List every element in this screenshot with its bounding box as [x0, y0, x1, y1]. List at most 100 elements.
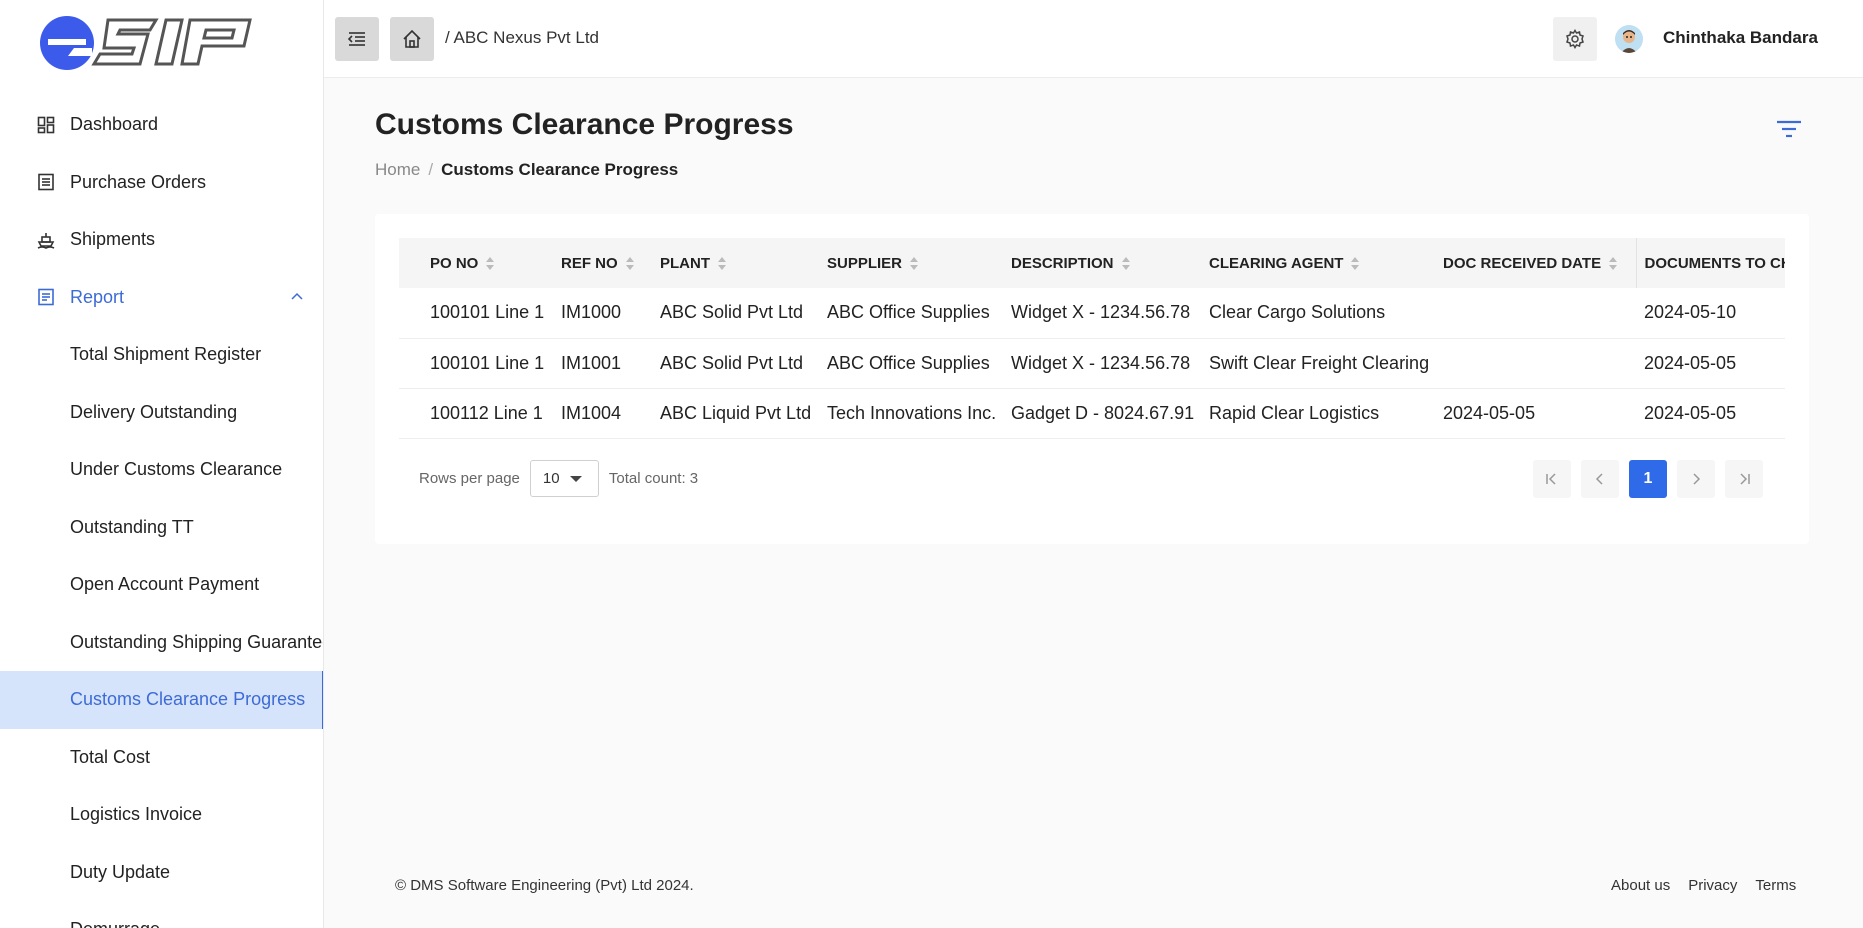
- sidebar-item-label: Shipments: [70, 229, 156, 250]
- sidebar-subitem-demurrage[interactable]: Demurrage: [0, 901, 323, 928]
- menu-collapse-button[interactable]: [335, 17, 379, 61]
- customs-clearance-table: PO NO REF NO PLANT SUPPLIER DESCRIPTION …: [399, 238, 1785, 439]
- footer-links: About us Privacy Terms: [1611, 877, 1796, 894]
- sort-icon[interactable]: [1351, 256, 1360, 271]
- table-row[interactable]: 100101 Line 1 IM1000 ABC Solid Pvt Ltd A…: [399, 288, 1785, 339]
- cell-description: Gadget D - 8024.67.91: [1003, 388, 1201, 439]
- filter-icon[interactable]: [1775, 118, 1803, 140]
- dashboard-icon: [36, 115, 56, 135]
- cell-doc-received-date: [1435, 338, 1636, 389]
- sidebar-subitem-delivery-outstanding[interactable]: Delivery Outstanding: [0, 384, 323, 442]
- chevron-right-icon: [1693, 473, 1701, 485]
- report-icon: [36, 287, 56, 307]
- caret-down-icon: [569, 476, 582, 482]
- footer-copyright: © DMS Software Engineering (Pvt) Ltd 202…: [395, 877, 694, 894]
- rows-per-page-select[interactable]: 10: [529, 460, 599, 497]
- sort-icon[interactable]: [1121, 256, 1130, 271]
- cell-supplier: ABC Office Supplies: [819, 338, 1003, 389]
- esip-logo[interactable]: [38, 12, 258, 74]
- rows-per-page-label: Rows per page: [419, 470, 520, 487]
- chevron-up-icon[interactable]: [290, 290, 304, 304]
- cell-description: Widget X - 1234.56.78: [1003, 338, 1201, 389]
- sidebar-subitem-total-cost[interactable]: Total Cost: [0, 729, 323, 787]
- sidebar-subitem-duty-update[interactable]: Duty Update: [0, 844, 323, 902]
- sort-icon[interactable]: [625, 256, 634, 271]
- sidebar-item-label: Dashboard: [70, 114, 159, 135]
- sidebar-item-label: Purchase Orders: [70, 171, 207, 192]
- sidebar-subitem-outstanding-shipping-guarantee[interactable]: Outstanding Shipping Guarantee: [0, 614, 323, 672]
- table-row[interactable]: 100101 Line 1 IM1001 ABC Solid Pvt Ltd A…: [399, 338, 1785, 389]
- sort-icon[interactable]: [486, 256, 495, 271]
- breadcrumb-home[interactable]: Home: [375, 160, 420, 179]
- cell-doc-received-date: 2024-05-05: [1435, 388, 1636, 439]
- sidebar-subitem-customs-clearance-progress[interactable]: Customs Clearance Progress: [0, 671, 323, 729]
- page-title: Customs Clearance Progress: [375, 108, 794, 141]
- sidebar-subitem-under-customs-clearance[interactable]: Under Customs Clearance: [0, 441, 323, 499]
- column-header-clearing-agent[interactable]: CLEARING AGENT: [1201, 238, 1435, 288]
- cell-clearing-agent: Swift Clear Freight Clearing: [1201, 338, 1435, 389]
- sort-icon[interactable]: [910, 256, 919, 271]
- cell-ref-no: IM1001: [553, 338, 652, 389]
- pagination-controls: 1: [1533, 460, 1773, 498]
- cell-clearing-agent: Rapid Clear Logistics: [1201, 388, 1435, 439]
- report-card: PO NO REF NO PLANT SUPPLIER DESCRIPTION …: [375, 214, 1809, 544]
- sort-icon[interactable]: [1609, 256, 1618, 271]
- last-page-icon: [1740, 473, 1750, 485]
- chevron-left-icon: [1595, 473, 1603, 485]
- prev-page-button[interactable]: [1581, 460, 1619, 498]
- sidebar-subitem-outstanding-tt[interactable]: Outstanding TT: [0, 499, 323, 557]
- footer-link-terms[interactable]: Terms: [1755, 877, 1796, 894]
- home-button[interactable]: [390, 17, 434, 61]
- user-name[interactable]: Chinthaka Bandara: [1663, 28, 1818, 48]
- cell-ref-no: IM1004: [553, 388, 652, 439]
- next-page-button[interactable]: [1677, 460, 1715, 498]
- column-header-po-no[interactable]: PO NO: [399, 238, 553, 288]
- sidebar-item-label: Report: [70, 286, 125, 307]
- table-scroll-container[interactable]: PO NO REF NO PLANT SUPPLIER DESCRIPTION …: [399, 238, 1785, 440]
- column-header-description[interactable]: DESCRIPTION: [1003, 238, 1201, 288]
- cell-supplier: Tech Innovations Inc.: [819, 388, 1003, 439]
- cell-plant: ABC Solid Pvt Ltd: [652, 338, 819, 389]
- cell-documents-to-ch: 2024-05-10: [1636, 288, 1785, 339]
- sidebar-item-purchase-orders[interactable]: Purchase Orders: [0, 154, 323, 212]
- cell-plant: ABC Solid Pvt Ltd: [652, 288, 819, 339]
- sidebar-item-report[interactable]: Report: [0, 269, 323, 327]
- sidebar-subitem-open-account-payment[interactable]: Open Account Payment: [0, 556, 323, 614]
- sidebar-item-shipments[interactable]: Shipments: [0, 211, 323, 269]
- menu-collapse-icon: [347, 32, 365, 46]
- sidebar-nav: Dashboard Purchase Orders Shipments Repo…: [0, 96, 323, 928]
- page-button-current[interactable]: 1: [1629, 460, 1667, 498]
- first-page-icon: [1546, 473, 1556, 485]
- home-icon: [403, 29, 421, 48]
- top-header: / ABC Nexus Pvt Ltd Chinthaka Bandara: [324, 0, 1863, 78]
- cell-ref-no: IM1000: [553, 288, 652, 339]
- column-header-documents-to-ch[interactable]: DOCUMENTS TO CH: [1636, 238, 1785, 288]
- settings-button[interactable]: [1553, 17, 1597, 61]
- total-count: Total count: 3: [608, 470, 699, 487]
- sidebar-item-dashboard[interactable]: Dashboard: [0, 96, 323, 154]
- gear-icon: [1566, 29, 1584, 49]
- avatar[interactable]: [1615, 25, 1643, 53]
- column-header-supplier[interactable]: SUPPLIER: [819, 238, 1003, 288]
- first-page-button[interactable]: [1533, 460, 1571, 498]
- sort-icon[interactable]: [718, 256, 726, 271]
- document-list-icon: [36, 172, 56, 192]
- sidebar-subitem-logistics-invoice[interactable]: Logistics Invoice: [0, 786, 323, 844]
- table-header-row: PO NO REF NO PLANT SUPPLIER DESCRIPTION …: [399, 238, 1785, 288]
- cell-documents-to-ch: 2024-05-05: [1636, 388, 1785, 439]
- footer-link-privacy[interactable]: Privacy: [1688, 877, 1737, 894]
- cell-doc-received-date: [1435, 288, 1636, 339]
- last-page-button[interactable]: [1725, 460, 1763, 498]
- cell-supplier: ABC Office Supplies: [819, 288, 1003, 339]
- breadcrumb: Home / Customs Clearance Progress: [375, 160, 678, 180]
- column-header-doc-received-date[interactable]: DOC RECEIVED DATE: [1435, 238, 1637, 288]
- rows-per-page-value: 10: [542, 470, 560, 487]
- column-header-plant[interactable]: PLANT: [652, 238, 819, 288]
- table-row[interactable]: 100112 Line 1 IM1004 ABC Liquid Pvt Ltd …: [399, 388, 1785, 439]
- column-header-ref-no[interactable]: REF NO: [553, 238, 652, 288]
- breadcrumb-separator: /: [428, 160, 434, 179]
- cell-documents-to-ch: 2024-05-05: [1636, 338, 1785, 389]
- sidebar-subitem-total-shipment-register[interactable]: Total Shipment Register: [0, 326, 323, 384]
- footer-link-about[interactable]: About us: [1611, 877, 1670, 894]
- cell-plant: ABC Liquid Pvt Ltd: [652, 388, 819, 439]
